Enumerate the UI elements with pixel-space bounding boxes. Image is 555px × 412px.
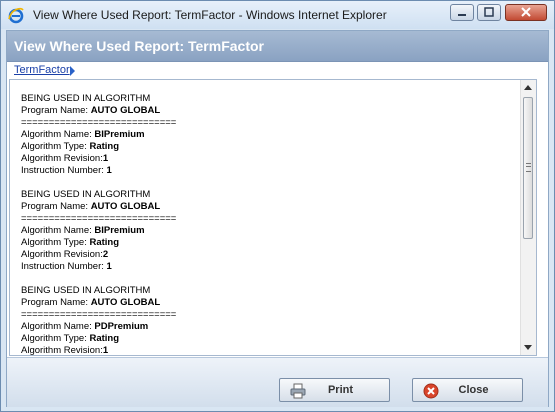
algorithm-name-row: Algorithm Name: PDPremium <box>21 321 501 333</box>
instruction-number-label: Instruction Number: <box>21 165 107 176</box>
algorithm-name-label: Algorithm Name: <box>21 321 95 332</box>
close-x-icon <box>521 7 531 17</box>
algorithm-revision-row: Algorithm Revision:1 <box>21 345 501 356</box>
program-name-value: AUTO GLOBAL <box>90 297 161 308</box>
report-header: View Where Used Report: TermFactor <box>7 31 548 62</box>
entry-heading: BEING USED IN ALGORITHM <box>21 285 151 296</box>
algorithm-type-label: Algorithm Type: <box>21 333 90 344</box>
minimize-icon <box>458 14 466 16</box>
algorithm-revision-row: Algorithm Revision:2 <box>21 249 501 261</box>
separator-line: ============================ <box>21 309 177 320</box>
algorithm-type-row: Algorithm Type: Rating <box>21 237 501 249</box>
algorithm-name-row: Algorithm Name: BIPremium <box>21 129 501 141</box>
report-panel: BEING USED IN ALGORITHM Program Name: AU… <box>9 79 537 356</box>
minimize-button[interactable] <box>450 4 474 21</box>
instruction-number-value: 1 <box>106 261 112 272</box>
algorithm-name-row: Algorithm Name: BIPremium <box>21 225 501 237</box>
algorithm-name-label: Algorithm Name: <box>21 225 95 236</box>
algorithm-type-value: Rating <box>89 333 120 344</box>
grip-icon <box>526 163 531 172</box>
instruction-number-row: Instruction Number: 1 <box>21 261 501 273</box>
algorithm-type-row: Algorithm Type: Rating <box>21 141 501 153</box>
program-name-label: Program Name: <box>21 297 91 308</box>
algorithm-type-label: Algorithm Type: <box>21 237 90 248</box>
algorithm-name-value: BIPremium <box>94 225 145 236</box>
program-name-label: Program Name: <box>21 201 91 212</box>
algorithm-revision-label: Algorithm Revision: <box>21 249 103 260</box>
scroll-down-arrow-icon[interactable] <box>524 345 532 350</box>
instruction-number-label: Instruction Number: <box>21 261 107 272</box>
algorithm-type-label: Algorithm Type: <box>21 141 90 152</box>
program-name-row: Program Name: AUTO GLOBAL <box>21 105 501 117</box>
maximize-button[interactable] <box>477 4 501 21</box>
title-bar: View Where Used Report: TermFactor - Win… <box>1 1 554 29</box>
algorithm-revision-value: 2 <box>102 249 109 260</box>
report-text: BEING USED IN ALGORITHM Program Name: AU… <box>21 93 501 356</box>
page-title: View Where Used Report: TermFactor <box>14 38 264 54</box>
algorithm-revision-value: 1 <box>102 345 109 356</box>
program-name-value: AUTO GLOBAL <box>90 201 161 212</box>
button-bar: Print Close <box>7 357 548 407</box>
algorithm-type-value: Rating <box>89 237 120 248</box>
separator-line: ============================ <box>21 117 177 128</box>
close-button[interactable]: Close <box>412 378 523 402</box>
instruction-number-row: Instruction Number: 1 <box>21 165 501 177</box>
breadcrumb-link[interactable]: TermFactor <box>14 64 70 76</box>
algorithm-revision-row: Algorithm Revision:1 <box>21 153 501 165</box>
entry-heading: BEING USED IN ALGORITHM <box>21 93 151 104</box>
algorithm-revision-value: 1 <box>102 153 109 164</box>
algorithm-revision-label: Algorithm Revision: <box>21 345 103 356</box>
dialog-content: View Where Used Report: TermFactor TermF… <box>6 30 549 407</box>
algorithm-type-value: Rating <box>89 141 120 152</box>
program-name-value: AUTO GLOBAL <box>90 105 161 116</box>
print-button[interactable]: Print <box>279 378 390 402</box>
instruction-number-value: 1 <box>106 165 112 176</box>
internet-explorer-icon <box>8 7 24 24</box>
maximize-icon <box>484 7 494 17</box>
algorithm-name-value: BIPremium <box>94 129 145 140</box>
algorithm-name-label: Algorithm Name: <box>21 129 95 140</box>
window-close-button[interactable] <box>505 4 547 21</box>
vertical-scrollbar[interactable] <box>520 80 536 355</box>
scroll-up-arrow-icon[interactable] <box>524 85 532 90</box>
program-name-label: Program Name: <box>21 105 91 116</box>
close-label: Close <box>458 384 489 396</box>
browser-window: View Where Used Report: TermFactor - Win… <box>0 0 555 412</box>
scrollbar-thumb[interactable] <box>523 97 533 239</box>
algorithm-revision-label: Algorithm Revision: <box>21 153 103 164</box>
program-name-row: Program Name: AUTO GLOBAL <box>21 201 501 213</box>
algorithm-type-row: Algorithm Type: Rating <box>21 333 501 345</box>
entry-heading: BEING USED IN ALGORITHM <box>21 189 151 200</box>
breadcrumb-arrow-icon <box>70 66 75 76</box>
print-label: Print <box>327 384 354 396</box>
algorithm-name-value: PDPremium <box>94 321 149 332</box>
window-title: View Where Used Report: TermFactor - Win… <box>33 8 387 22</box>
program-name-row: Program Name: AUTO GLOBAL <box>21 297 501 309</box>
separator-line: ============================ <box>21 213 177 224</box>
